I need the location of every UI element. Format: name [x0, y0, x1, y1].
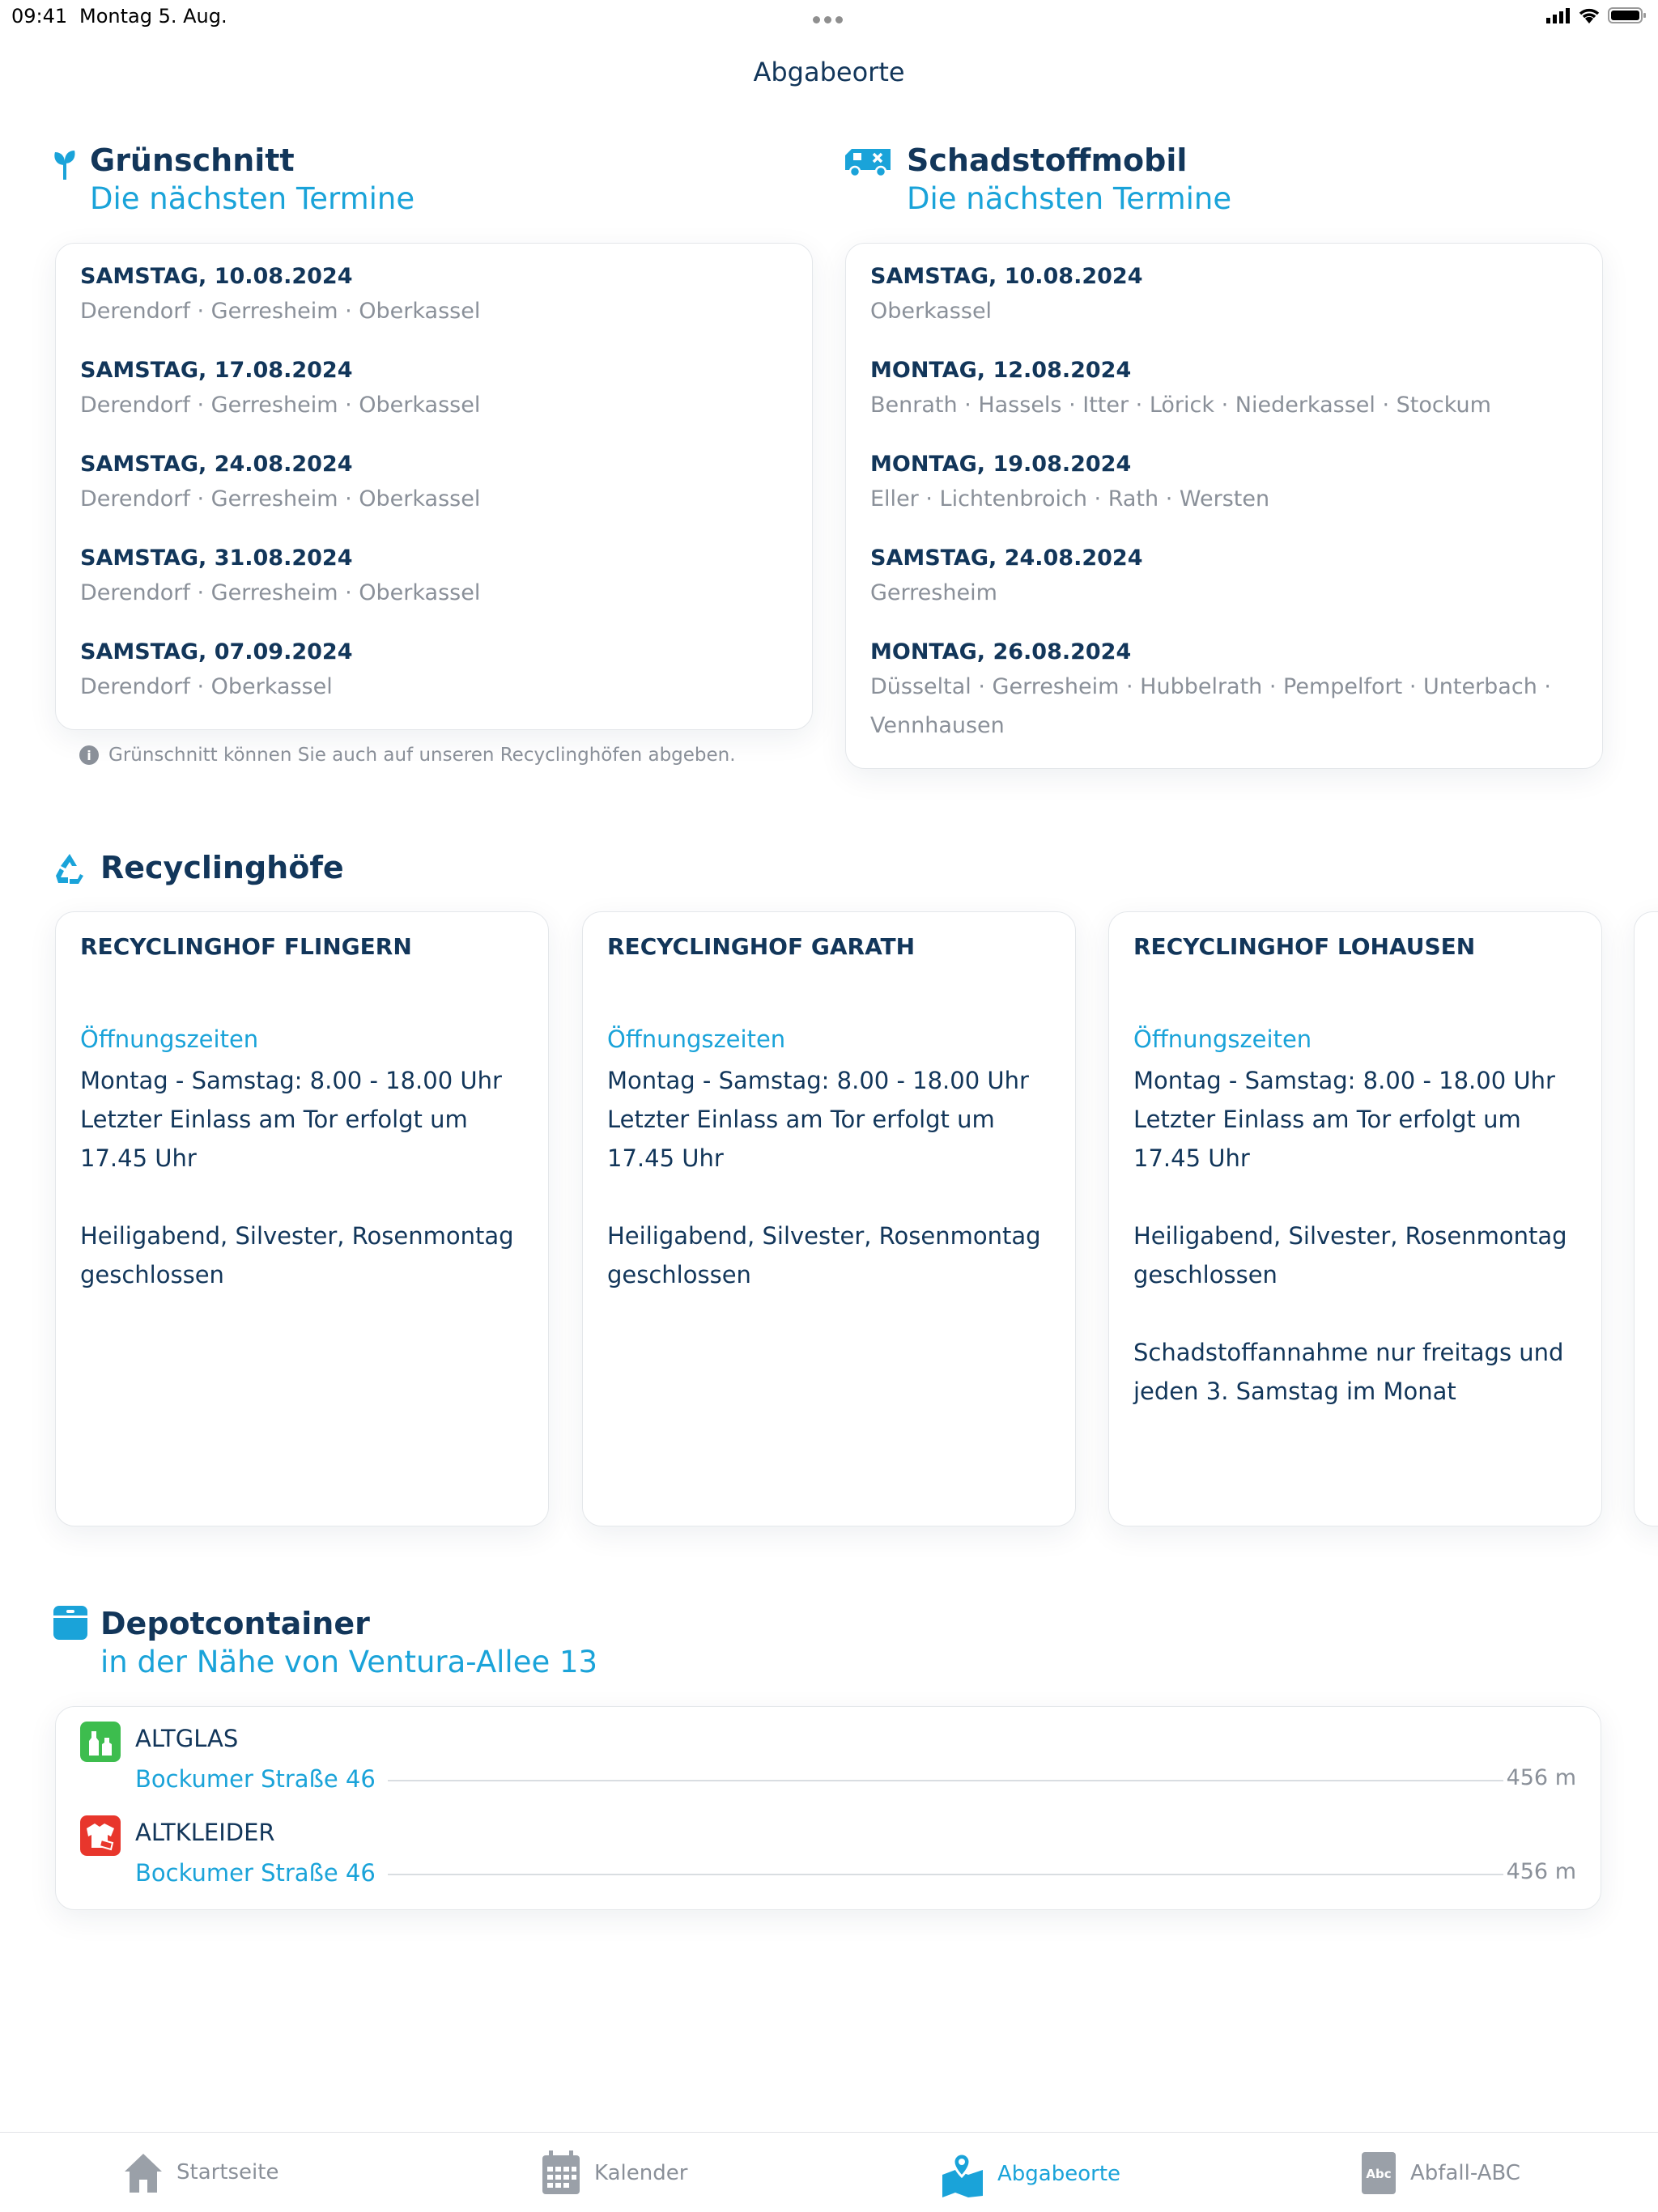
entry-date: MONTAG, 26.08.2024 [870, 639, 1132, 664]
note-text: Grünschnitt können Sie auch auf unseren … [108, 745, 736, 766]
entry-places: Derendorf · Gerresheim · Oberkassel [80, 486, 481, 512]
recyclinghof-card-peek[interactable] [1634, 911, 1658, 1526]
tab-kalender[interactable]: Kalender [541, 2150, 687, 2196]
entry-places: Eller · Lichtenbroich · Rath · Wersten [870, 486, 1270, 512]
status-indicators [1546, 6, 1647, 24]
entry-places: Derendorf · Gerresheim · Oberkassel [80, 299, 481, 324]
list-item: MONTAG, 12.08.2024 Benrath · Hassels · I… [870, 355, 1586, 425]
tab-abfall-abc[interactable]: Abc Abfall-ABC [1360, 2150, 1520, 2196]
depotcontainer-title: Depotcontainer [100, 1606, 370, 1641]
list-item[interactable]: ALTKLEIDER Bockumer Straße 46 456 m [80, 1815, 1576, 1904]
opening-hours-text: Montag - Samstag: 8.00 - 18.00 Uhr Letzt… [80, 1067, 514, 1289]
list-item: SAMSTAG, 24.08.2024 Derendorf · Gerreshe… [80, 449, 796, 519]
entry-places: Oberkassel [870, 299, 993, 324]
list-item: SAMSTAG, 07.09.2024 Derendorf · Oberkass… [80, 637, 796, 707]
battery-icon [1608, 7, 1646, 23]
map-pin-icon [942, 2152, 983, 2197]
opening-hours-label: Öffnungszeiten [80, 1025, 259, 1053]
tab-startseite[interactable]: Startseite [123, 2150, 278, 2194]
home-icon [125, 2154, 162, 2193]
container-distance: 456 m [1506, 1859, 1576, 1884]
entry-date: SAMSTAG, 10.08.2024 [870, 264, 1143, 289]
clothes-icon [80, 1815, 121, 1856]
truck-icon [845, 149, 891, 178]
multitasking-dots-icon[interactable] [813, 11, 848, 23]
calendar-icon [542, 2150, 580, 2194]
recyclinghof-name: RECYCLINGHOF LOHAUSEN [1133, 933, 1476, 960]
entry-places: Düsseltal · Gerresheim · Hubbelrath · Pe… [870, 674, 1551, 699]
status-time: 09:41 [11, 5, 68, 28]
list-item: SAMSTAG, 31.08.2024 Derendorf · Gerreshe… [80, 543, 796, 613]
recyclinghof-name: RECYCLINGHOF GARATH [607, 933, 916, 960]
svg-text:Abc: Abc [1366, 2167, 1391, 2181]
gruenschnitt-note: i Grünschnitt können Sie auch auf unsere… [79, 745, 736, 766]
gruenschnitt-card[interactable]: SAMSTAG, 10.08.2024 Derendorf · Gerreshe… [55, 243, 813, 730]
entry-places-continued: Vennhausen [870, 713, 1005, 738]
list-item[interactable]: ALTGLAS Bockumer Straße 46 456 m [80, 1722, 1576, 1811]
recyclinghof-card[interactable]: RECYCLINGHOF GARATH Öffnungszeiten Monta… [582, 911, 1076, 1526]
entry-date: SAMSTAG, 10.08.2024 [80, 264, 353, 289]
container-address: Bockumer Straße 46 [135, 1765, 387, 1793]
entry-date: SAMSTAG, 24.08.2024 [80, 452, 353, 477]
page-title: Abgabeorte [753, 57, 905, 87]
distance-line [388, 1780, 1503, 1781]
tab-label: Abgabeorte [997, 2162, 1121, 2186]
sprout-icon [54, 151, 75, 180]
tab-label: Startseite [176, 2160, 279, 2184]
entry-places: Derendorf · Oberkassel [80, 674, 333, 699]
entry-date: SAMSTAG, 31.08.2024 [80, 546, 353, 571]
schadstoffmobil-subtitle: Die nächsten Termine [907, 181, 1232, 216]
entry-date: SAMSTAG, 17.08.2024 [80, 358, 353, 383]
recyclinghof-card[interactable]: RECYCLINGHOF LOHAUSEN Öffnungszeiten Mon… [1108, 911, 1602, 1526]
schadstoffmobil-title: Schadstoffmobil [907, 142, 1188, 178]
container-distance: 456 m [1506, 1765, 1576, 1790]
tab-abgabeorte[interactable]: Abgabeorte [941, 2150, 1120, 2197]
opening-hours-text: Montag - Samstag: 8.00 - 18.00 Uhr Letzt… [607, 1067, 1041, 1289]
container-address: Bockumer Straße 46 [135, 1859, 387, 1887]
depotcontainer-subtitle: in der Nähe von Ventura-Allee 13 [100, 1645, 598, 1679]
recycle-icon [56, 854, 83, 884]
tab-label: Kalender [594, 2161, 688, 2185]
entry-places: Gerresheim [870, 580, 997, 605]
info-icon: i [79, 745, 99, 765]
entry-date: SAMSTAG, 24.08.2024 [870, 546, 1143, 571]
distance-line [388, 1874, 1503, 1875]
entry-date: MONTAG, 12.08.2024 [870, 358, 1132, 383]
container-name: ALTKLEIDER [135, 1819, 275, 1846]
list-item: SAMSTAG, 24.08.2024 Gerresheim [870, 543, 1586, 613]
wifi-icon [1579, 8, 1600, 23]
opening-hours-label: Öffnungszeiten [607, 1025, 786, 1053]
container-icon [53, 1606, 87, 1640]
tab-bar: Startseite Kalender Abgabeorte Abc Abfal… [0, 2132, 1658, 2212]
schadstoffmobil-card[interactable]: SAMSTAG, 10.08.2024 Oberkassel MONTAG, 1… [845, 243, 1603, 769]
recyclinghof-card[interactable]: RECYCLINGHOF FLINGERN Öffnungszeiten Mon… [55, 911, 549, 1526]
gruenschnitt-subtitle: Die nächsten Termine [90, 181, 415, 216]
list-item: SAMSTAG, 10.08.2024 Derendorf · Gerreshe… [80, 261, 796, 331]
entry-date: MONTAG, 19.08.2024 [870, 452, 1132, 477]
list-item: MONTAG, 19.08.2024 Eller · Lichtenbroich… [870, 449, 1586, 519]
abc-book-icon: Abc [1362, 2152, 1396, 2194]
bottles-icon [80, 1722, 121, 1762]
container-name: ALTGLAS [135, 1725, 239, 1752]
opening-hours-text: Montag - Samstag: 8.00 - 18.00 Uhr Letzt… [1133, 1067, 1567, 1405]
depotcontainer-card: ALTGLAS Bockumer Straße 46 456 m ALTKLEI… [55, 1706, 1601, 1910]
entry-places: Derendorf · Gerresheim · Oberkassel [80, 580, 481, 605]
entry-places: Benrath · Hassels · Itter · Lörick · Nie… [870, 393, 1491, 418]
recyclinghof-name: RECYCLINGHOF FLINGERN [80, 933, 412, 960]
list-item: MONTAG, 26.08.2024 Düsseltal · Gerreshei… [870, 637, 1586, 745]
entry-date: SAMSTAG, 07.09.2024 [80, 639, 353, 664]
list-item: SAMSTAG, 17.08.2024 Derendorf · Gerreshe… [80, 355, 796, 425]
tab-label: Abfall-ABC [1410, 2161, 1520, 2185]
signal-icon [1546, 8, 1570, 23]
opening-hours-label: Öffnungszeiten [1133, 1025, 1312, 1053]
status-date: Montag 5. Aug. [79, 5, 227, 28]
entry-places: Derendorf · Gerresheim · Oberkassel [80, 393, 481, 418]
list-item: SAMSTAG, 10.08.2024 Oberkassel [870, 261, 1586, 331]
recyclinghoefe-title: Recyclinghöfe [100, 850, 344, 885]
gruenschnitt-title: Grünschnitt [90, 142, 295, 178]
